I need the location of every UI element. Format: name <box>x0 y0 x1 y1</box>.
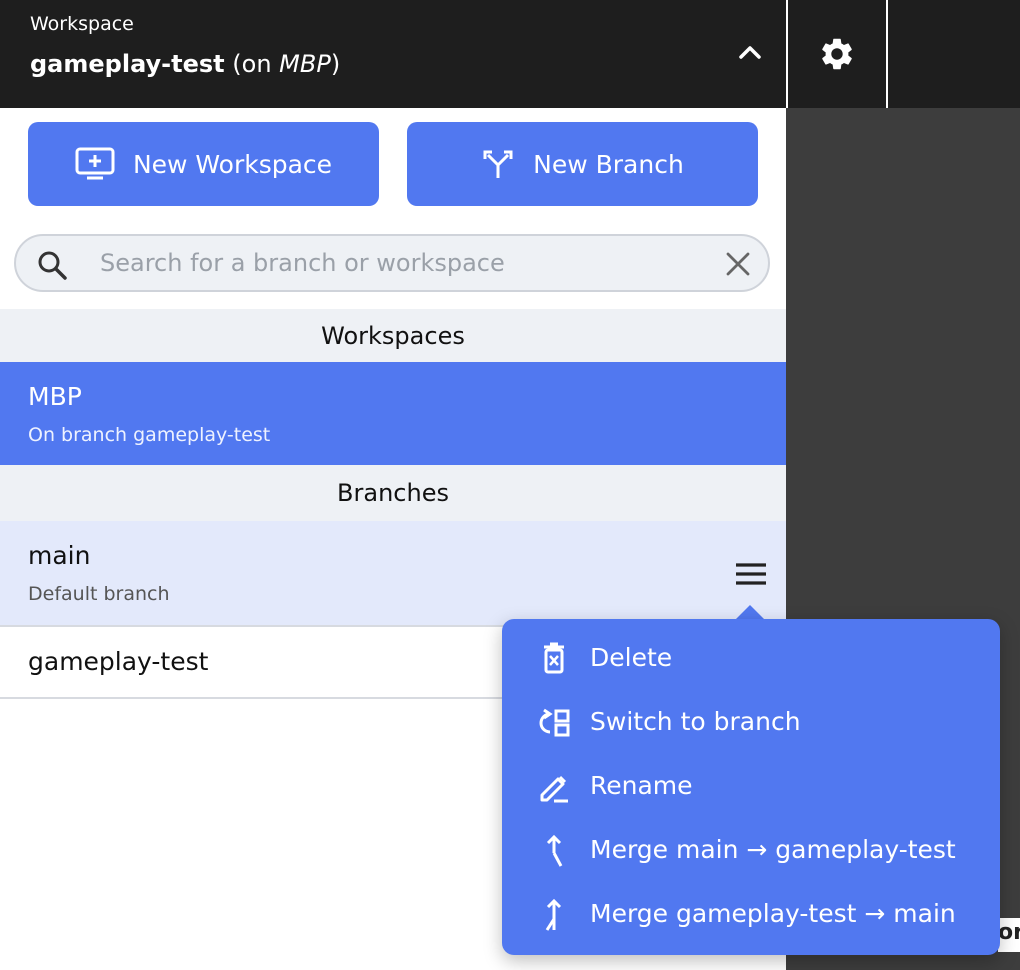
branches-section-header: Branches <box>0 465 786 521</box>
new-workspace-label: New Workspace <box>132 149 333 179</box>
workspaces-section-header: Workspaces <box>0 309 786 362</box>
menu-item-switch-to-branch[interactable]: Switch to branch <box>502 693 1000 753</box>
branch-name: gameplay-test <box>28 647 209 676</box>
partial-text-fragment: or <box>998 918 1020 952</box>
new-branch-button[interactable]: New Branch <box>407 122 758 206</box>
search-box <box>14 234 770 292</box>
monitor-plus-icon <box>75 147 115 180</box>
on-prefix: (on <box>224 50 280 78</box>
branch-fork-icon <box>483 150 513 178</box>
switch-branch-icon <box>539 708 570 737</box>
menu-item-merge-gameplay-test-into-main[interactable]: Merge gameplay-test → main <box>502 885 1000 945</box>
new-workspace-button[interactable]: New Workspace <box>28 122 379 206</box>
divider <box>786 0 788 108</box>
branch-item-main[interactable]: main Default branch <box>0 521 786 627</box>
menu-item-label: Delete <box>590 643 673 672</box>
branch-subtitle: Default branch <box>28 583 170 605</box>
current-branch-name: gameplay-test <box>30 50 225 78</box>
on-suffix: ) <box>330 50 341 78</box>
branch-name: main <box>28 541 91 570</box>
workspace-title: gameplay-test (on MBP) <box>30 50 340 78</box>
close-icon[interactable] <box>724 250 752 278</box>
pencil-icon <box>540 775 568 803</box>
menu-item-label: Switch to branch <box>590 707 801 736</box>
branch-context-menu: Delete Switch to branch Rename Merge mai… <box>502 619 1000 955</box>
merge-in-icon <box>546 834 563 867</box>
workspace-label: Workspace <box>30 13 134 35</box>
workspace-subtitle: On branch gameplay-test <box>28 424 271 446</box>
context-menu-pointer <box>735 605 765 620</box>
workspace-item-mbp[interactable]: MBP On branch gameplay-test <box>0 362 786 465</box>
gear-icon[interactable] <box>818 35 856 73</box>
menu-item-label: Merge main → gameplay-test <box>590 835 956 864</box>
top-bar: Workspace gameplay-test (on MBP) <box>0 0 1020 108</box>
workspace-header[interactable]: Workspace gameplay-test (on MBP) <box>0 0 786 108</box>
menu-item-label: Merge gameplay-test → main <box>590 899 956 928</box>
chevron-up-icon[interactable] <box>736 40 764 64</box>
divider <box>886 0 888 108</box>
hamburger-menu-icon[interactable] <box>734 561 768 587</box>
workspace-name: MBP <box>28 382 82 411</box>
menu-item-merge-main-into-gameplay-test[interactable]: Merge main → gameplay-test <box>502 821 1000 881</box>
menu-item-label: Rename <box>590 771 693 800</box>
current-machine-name: MBP <box>279 50 331 78</box>
search-input[interactable] <box>100 244 690 282</box>
menu-item-delete[interactable]: Delete <box>502 629 1000 689</box>
menu-item-rename[interactable]: Rename <box>502 757 1000 817</box>
trash-icon <box>544 642 564 674</box>
new-branch-label: New Branch <box>533 149 684 179</box>
merge-out-icon <box>545 898 562 931</box>
search-icon <box>38 251 67 280</box>
